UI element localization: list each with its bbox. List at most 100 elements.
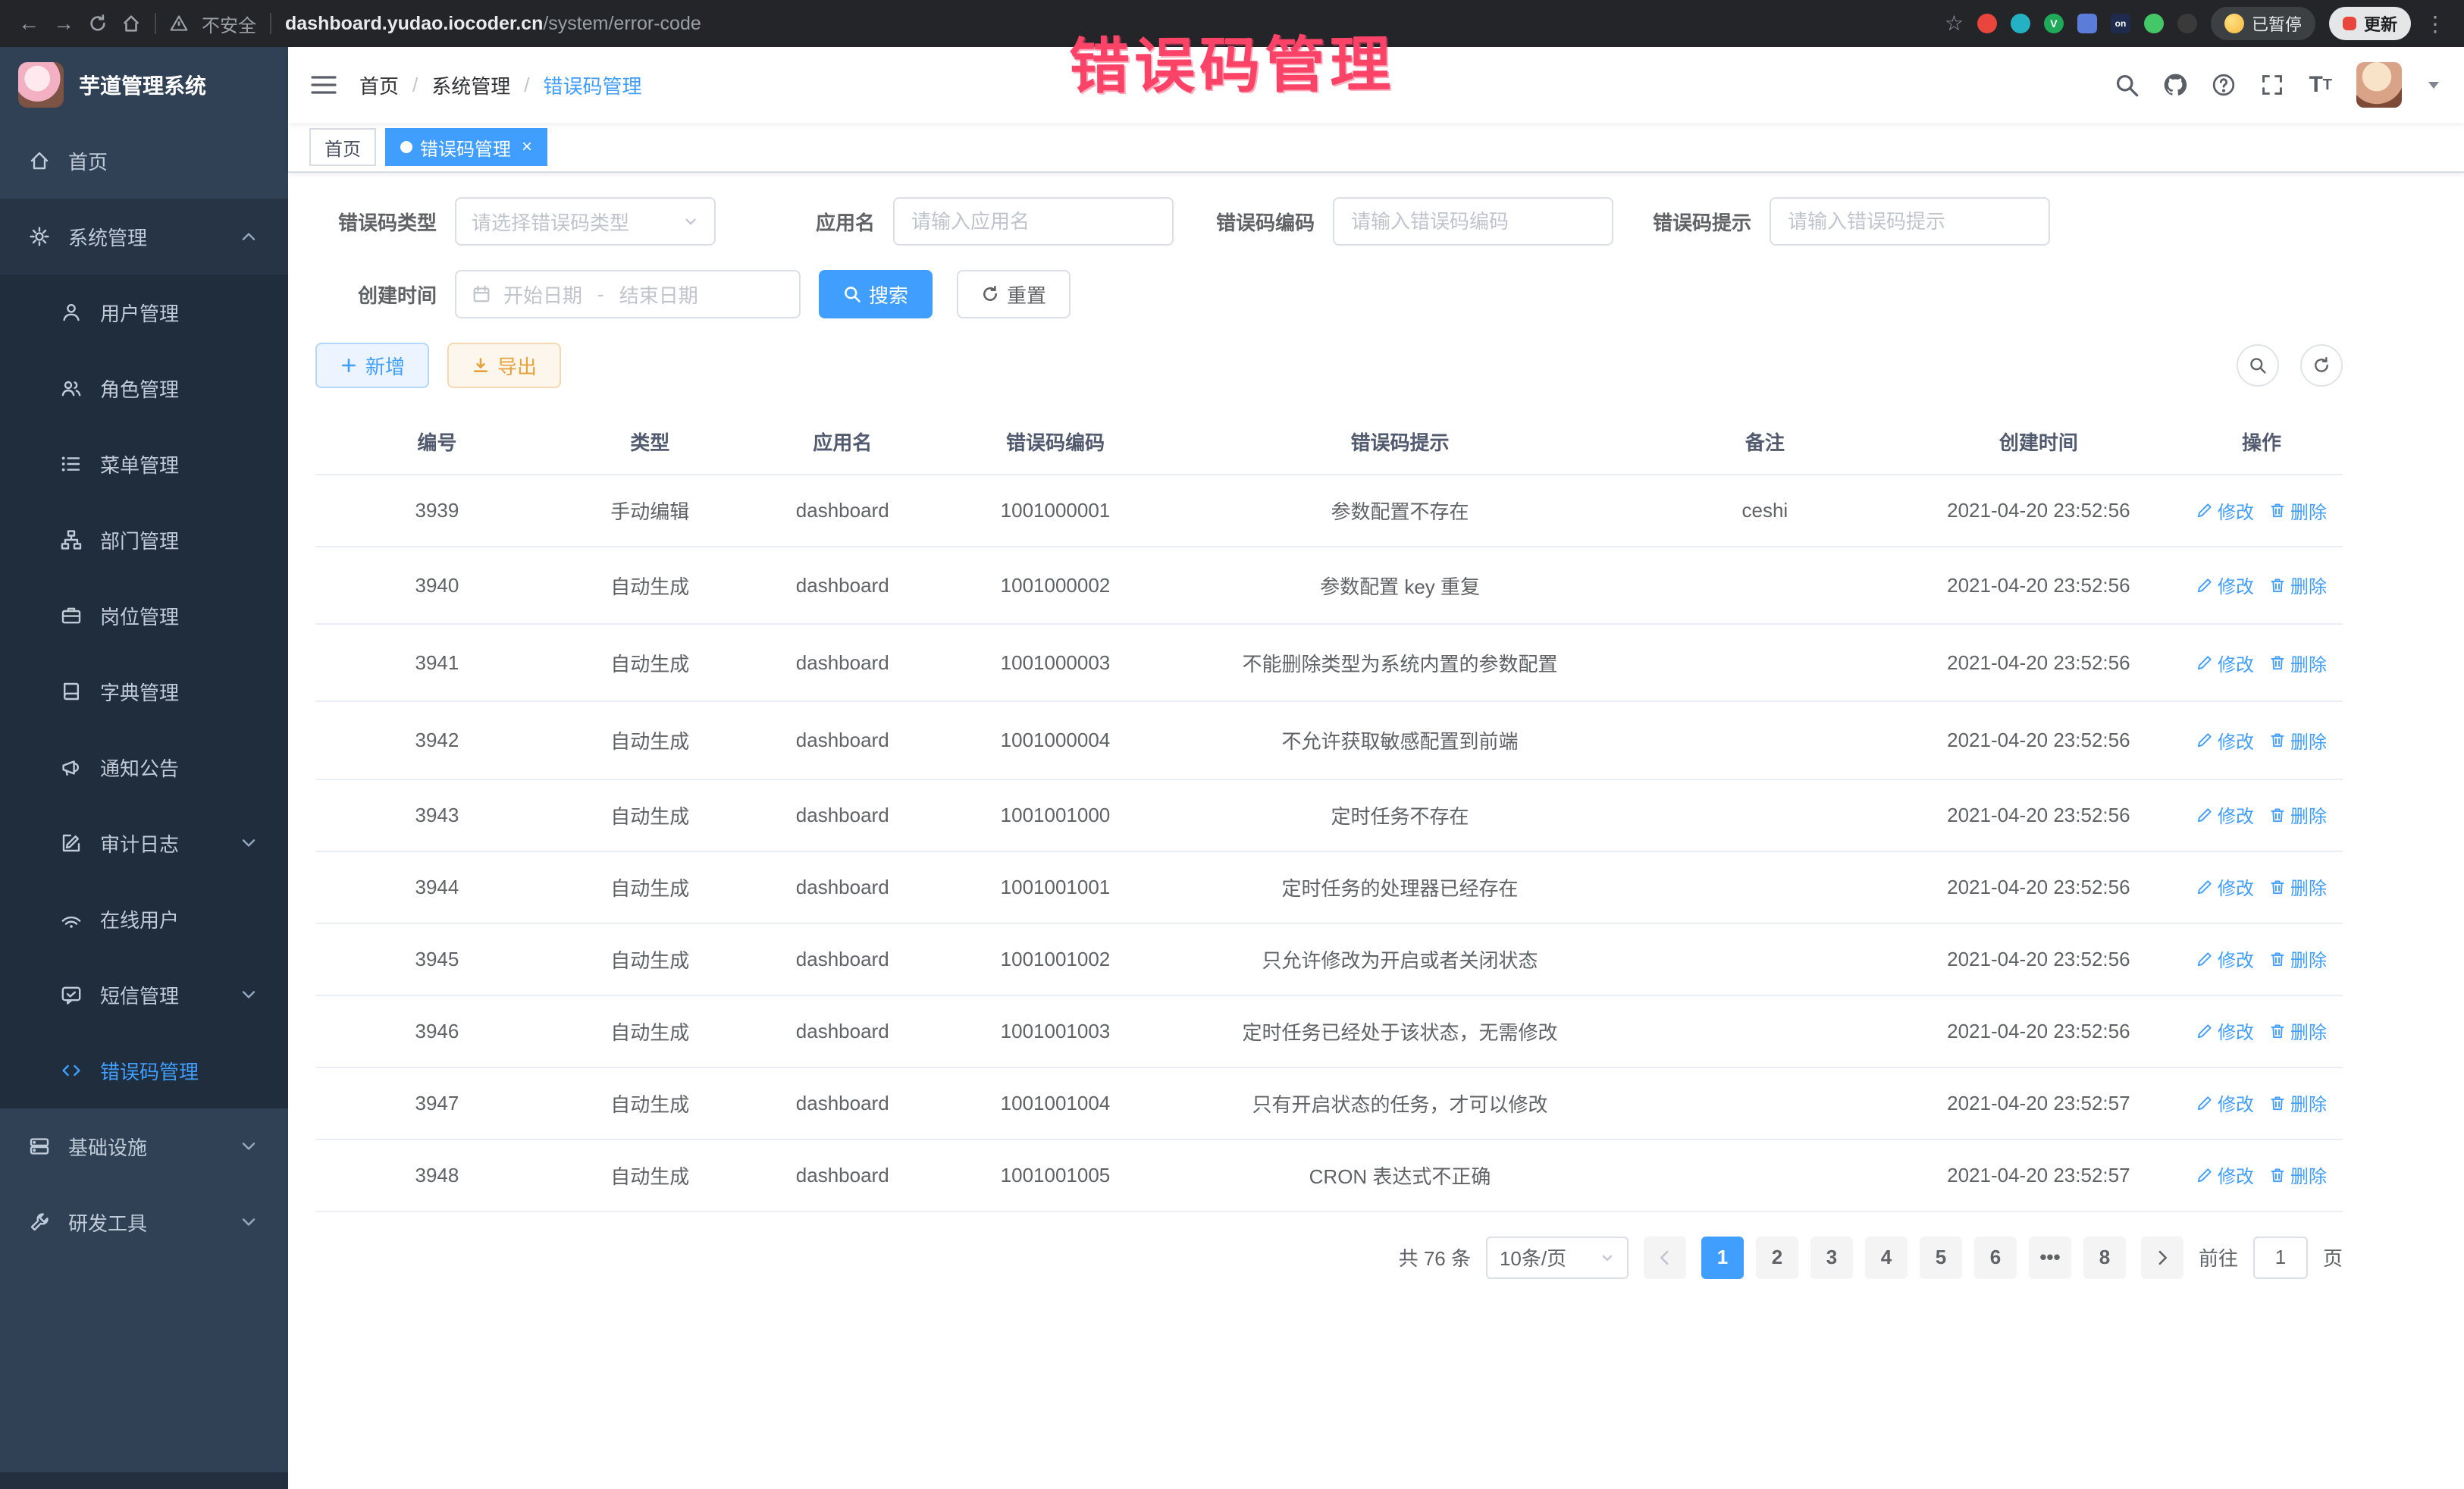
sidebar-item-用户管理[interactable]: 用户管理 xyxy=(0,274,288,350)
extension-icon[interactable] xyxy=(2011,14,2030,33)
edit-link[interactable]: 修改 xyxy=(2196,873,2254,900)
sidebar-item-菜单管理[interactable]: 菜单管理 xyxy=(0,426,288,502)
breadcrumb-item[interactable]: 首页 xyxy=(359,71,399,99)
reload-icon[interactable] xyxy=(88,14,108,33)
back-icon[interactable]: ← xyxy=(18,13,39,34)
export-button[interactable]: 导出 xyxy=(447,343,561,388)
error-hint-input[interactable] xyxy=(1770,197,2050,246)
address-url[interactable]: dashboard.yudao.iocoder.cn/system/error-… xyxy=(285,13,701,35)
delete-link[interactable]: 删除 xyxy=(2269,801,2327,828)
cell-id: 3947 xyxy=(315,1067,559,1139)
edit-link[interactable]: 修改 xyxy=(2196,1017,2254,1044)
caret-down-icon[interactable] xyxy=(2426,77,2441,92)
sidebar-item-岗位管理[interactable]: 岗位管理 xyxy=(0,578,288,654)
app-name-input[interactable] xyxy=(893,197,1174,246)
edit-link[interactable]: 修改 xyxy=(2196,1161,2254,1188)
forward-icon[interactable]: → xyxy=(53,13,74,34)
sidebar-item-通知公告[interactable]: 通知公告 xyxy=(0,729,288,805)
table-row: 3939手动编辑dashboard1001000001参数配置不存在ceshi2… xyxy=(315,475,2343,547)
sidebar-item-在线用户[interactable]: 在线用户 xyxy=(0,881,288,957)
refresh-table-button[interactable] xyxy=(2300,344,2343,387)
sidebar: 芋道管理系统 首页系统管理用户管理角色管理菜单管理部门管理岗位管理字典管理通知公… xyxy=(0,47,288,1489)
delete-link[interactable]: 删除 xyxy=(2269,1161,2327,1188)
delete-link[interactable]: 删除 xyxy=(2269,650,2327,676)
sidebar-item-基础设施[interactable]: 基础设施 xyxy=(0,1108,288,1184)
tab-错误码管理[interactable]: 错误码管理× xyxy=(385,128,547,166)
extension-icon[interactable] xyxy=(1977,14,1997,33)
edit-link[interactable]: 修改 xyxy=(2196,650,2254,676)
delete-link[interactable]: 删除 xyxy=(2269,945,2327,972)
security-label[interactable]: 不安全 xyxy=(202,11,256,37)
font-size-icon[interactable]: TT xyxy=(2309,74,2332,96)
sidebar-item-字典管理[interactable]: 字典管理 xyxy=(0,654,288,729)
extension-icon[interactable]: on xyxy=(2111,14,2130,33)
tab-首页[interactable]: 首页 xyxy=(309,128,376,166)
delete-link[interactable]: 删除 xyxy=(2269,727,2327,754)
user-avatar[interactable] xyxy=(2356,62,2402,108)
sidebar-item-部门管理[interactable]: 部门管理 xyxy=(0,502,288,578)
sidebar-item-错误码管理[interactable]: 错误码管理 xyxy=(0,1033,288,1108)
sidebar-item-审计日志[interactable]: 审计日志 xyxy=(0,805,288,881)
edit-link[interactable]: 修改 xyxy=(2196,572,2254,598)
page-button-3[interactable]: 3 xyxy=(1810,1237,1853,1279)
error-type-select[interactable]: 请选择错误码类型 xyxy=(455,197,716,246)
kebab-menu-icon[interactable]: ⋮ xyxy=(2425,11,2446,36)
cell-app: dashboard xyxy=(741,1067,944,1139)
extension-icon[interactable] xyxy=(2144,14,2164,33)
prev-page-button[interactable] xyxy=(1644,1237,1686,1279)
extension-icon[interactable] xyxy=(2177,14,2197,33)
edit-link[interactable]: 修改 xyxy=(2196,945,2254,972)
box-icon xyxy=(29,1136,50,1157)
sidebar-item-研发工具[interactable]: 研发工具 xyxy=(0,1184,288,1260)
range-separator: - xyxy=(597,283,604,306)
sidebar-item-短信管理[interactable]: 短信管理 xyxy=(0,957,288,1033)
page-ellipsis[interactable]: ••• xyxy=(2029,1237,2071,1279)
toggle-search-button[interactable] xyxy=(2237,344,2279,387)
bookmark-star-icon[interactable]: ☆ xyxy=(1945,13,1964,34)
cell-time: 2021-04-20 23:52:56 xyxy=(1897,779,2180,851)
delete-link[interactable]: 删除 xyxy=(2269,572,2327,598)
search-icon[interactable] xyxy=(2114,73,2139,97)
sidebar-item-首页[interactable]: 首页 xyxy=(0,123,288,199)
update-button[interactable]: 更新 xyxy=(2329,7,2411,40)
error-code-input[interactable] xyxy=(1333,197,1613,246)
help-icon[interactable] xyxy=(2212,73,2236,97)
reset-button[interactable]: 重置 xyxy=(957,270,1071,318)
add-button[interactable]: 新增 xyxy=(315,343,429,388)
edit-link[interactable]: 修改 xyxy=(2196,1089,2254,1116)
sidebar-toggle-icon[interactable] xyxy=(311,74,337,96)
breadcrumb-item: 错误码管理 xyxy=(544,71,642,99)
sidebar-item-系统管理[interactable]: 系统管理 xyxy=(0,199,288,274)
tab-close-icon[interactable]: × xyxy=(522,136,532,158)
search-button[interactable]: 搜索 xyxy=(819,270,933,318)
github-icon[interactable] xyxy=(2163,73,2187,97)
url-host: dashboard.yudao.iocoder.cn xyxy=(285,13,543,34)
delete-link[interactable]: 删除 xyxy=(2269,873,2327,900)
page-button-6[interactable]: 6 xyxy=(1974,1237,2017,1279)
delete-link[interactable]: 删除 xyxy=(2269,1089,2327,1116)
extension-icon[interactable]: V xyxy=(2044,14,2064,33)
cell-remark xyxy=(1633,995,1897,1067)
page-size-select[interactable]: 10条/页 xyxy=(1486,1237,1629,1279)
extension-icon[interactable] xyxy=(2077,14,2097,33)
sidebar-item-角色管理[interactable]: 角色管理 xyxy=(0,350,288,426)
edit-link[interactable]: 修改 xyxy=(2196,801,2254,828)
home-icon[interactable] xyxy=(121,14,141,33)
breadcrumb-item[interactable]: 系统管理 xyxy=(431,71,510,99)
edit-link[interactable]: 修改 xyxy=(2196,497,2254,524)
next-page-button[interactable] xyxy=(2141,1237,2183,1279)
delete-link[interactable]: 删除 xyxy=(2269,1017,2327,1044)
create-time-range-picker[interactable]: 开始日期 - 结束日期 xyxy=(455,270,801,318)
page-button-8[interactable]: 8 xyxy=(2083,1237,2126,1279)
page-button-4[interactable]: 4 xyxy=(1865,1237,1908,1279)
page-button-2[interactable]: 2 xyxy=(1756,1237,1798,1279)
goto-page-input[interactable] xyxy=(2253,1237,2308,1279)
navbar-actions: TT xyxy=(2114,62,2441,108)
page-button-5[interactable]: 5 xyxy=(1920,1237,1962,1279)
logo[interactable]: 芋道管理系统 xyxy=(0,47,288,123)
page-button-1[interactable]: 1 xyxy=(1701,1237,1744,1279)
profile-paused-badge[interactable]: 已暂停 xyxy=(2211,7,2315,40)
delete-link[interactable]: 删除 xyxy=(2269,497,2327,524)
fullscreen-icon[interactable] xyxy=(2260,73,2284,97)
edit-link[interactable]: 修改 xyxy=(2196,727,2254,754)
